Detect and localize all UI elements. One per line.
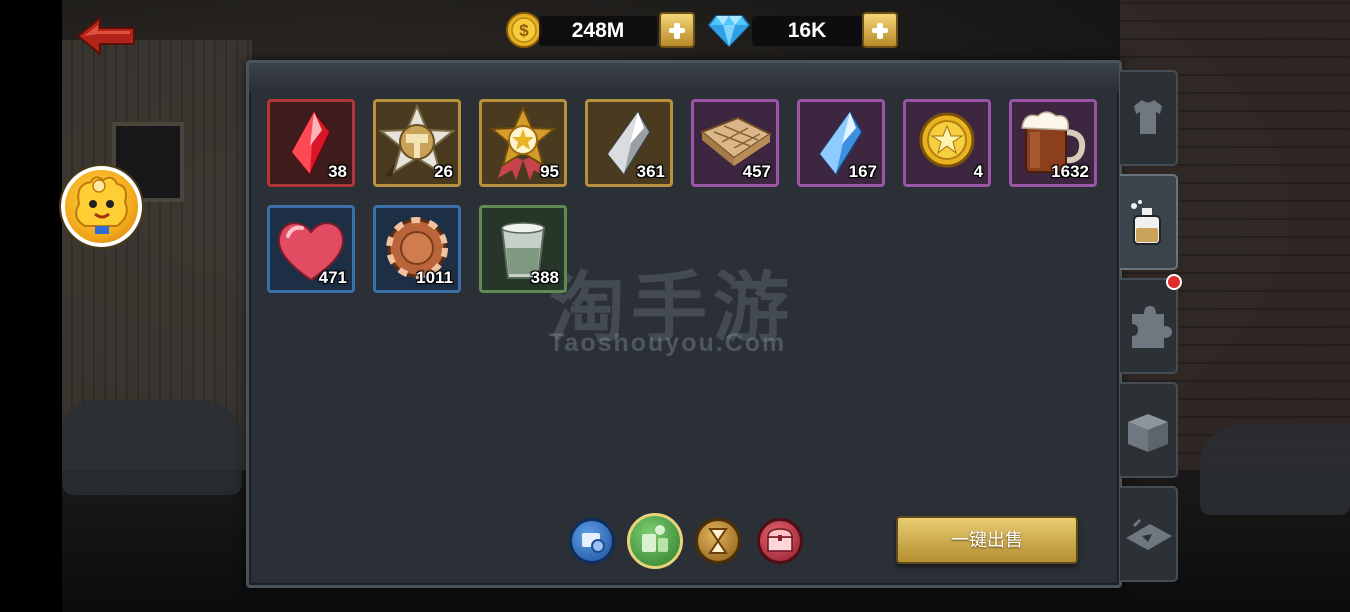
inventory-slot[interactable]: 4 (903, 99, 991, 187)
item-quantity: 457 (742, 162, 771, 181)
inventory-panel: 淘手游 Taoshouyou.Com 38 26 95 361 457 167 … (246, 60, 1122, 588)
item-quantity: 1632 (1051, 162, 1089, 181)
inventory-slot[interactable]: 471 (267, 205, 355, 293)
background-car-left (62, 400, 242, 495)
inventory-slot[interactable]: 38 (267, 99, 355, 187)
player-avatar[interactable] (61, 166, 142, 247)
back-arrow-icon (76, 15, 135, 57)
filter-time-button[interactable] (695, 518, 741, 564)
treasure-chest-filter-icon (767, 528, 793, 552)
screen-edge (0, 0, 62, 612)
inventory-slot[interactable]: 388 (479, 205, 567, 293)
inventory-slot[interactable]: 1632 (1009, 99, 1097, 187)
gold-currency: $ 248M (505, 12, 700, 48)
item-quantity: 1011 (416, 268, 453, 287)
notification-badge (1166, 274, 1182, 290)
box-icon (1128, 414, 1168, 452)
tab-materials[interactable] (1120, 382, 1178, 478)
tab-tickets[interactable] (1120, 486, 1178, 582)
inventory-slot[interactable]: 457 (691, 99, 779, 187)
puzzle-piece-icon (1132, 306, 1172, 348)
add-gems-button[interactable] (862, 12, 898, 48)
item-quantity: 95 (540, 162, 559, 181)
inventory-slot[interactable]: 361 (585, 99, 673, 187)
filter-equipment-button[interactable] (569, 518, 615, 564)
panel-header-strip (249, 63, 1119, 93)
inventory-slot[interactable]: 1011 (373, 205, 461, 293)
watermark-url: Taoshouyou.Com (549, 329, 787, 357)
gem-amount: 16K (752, 16, 862, 46)
inventory-slot[interactable]: 95 (479, 99, 567, 187)
gold-amount: 248M (539, 16, 657, 46)
tab-consumables[interactable] (1120, 174, 1178, 270)
gold-coin-icon: $ (506, 12, 542, 48)
item-quantity: 361 (636, 162, 665, 181)
item-quantity: 4 (973, 162, 983, 181)
tab-outfits[interactable] (1120, 70, 1178, 166)
item-quantity: 167 (848, 162, 877, 181)
item-quantity: 388 (530, 268, 559, 287)
shirt-icon (1134, 100, 1162, 134)
filter-consumables-button[interactable] (627, 513, 683, 569)
item-quantity: 471 (318, 268, 347, 287)
sell-all-button[interactable]: 一键出售 (896, 516, 1078, 564)
game-screen: $ 248M 16K 淘手游 Taoshouyou.Com 38 26 95 3… (0, 0, 1350, 612)
inventory-slot[interactable]: 26 (373, 99, 461, 187)
svg-text:$: $ (519, 21, 529, 40)
potion-bottle-icon (1131, 200, 1161, 245)
filter-chest-button[interactable] (757, 518, 803, 564)
tab-fragments[interactable] (1120, 278, 1178, 374)
hourglass-filter-icon (708, 528, 728, 554)
back-button[interactable] (76, 15, 138, 57)
inventory-slot[interactable]: 167 (797, 99, 885, 187)
green-consumables-filter-icon (642, 525, 668, 552)
ticket-icon (1126, 518, 1172, 550)
item-quantity: 38 (328, 162, 347, 181)
mascot-face-icon (75, 176, 128, 234)
gem-currency: 16K (708, 12, 900, 48)
blue-gear-filter-icon (582, 533, 605, 553)
diamond-icon (708, 15, 750, 48)
background-car-right (1200, 425, 1350, 515)
item-quantity: 26 (434, 162, 453, 181)
add-gold-button[interactable] (659, 12, 695, 48)
